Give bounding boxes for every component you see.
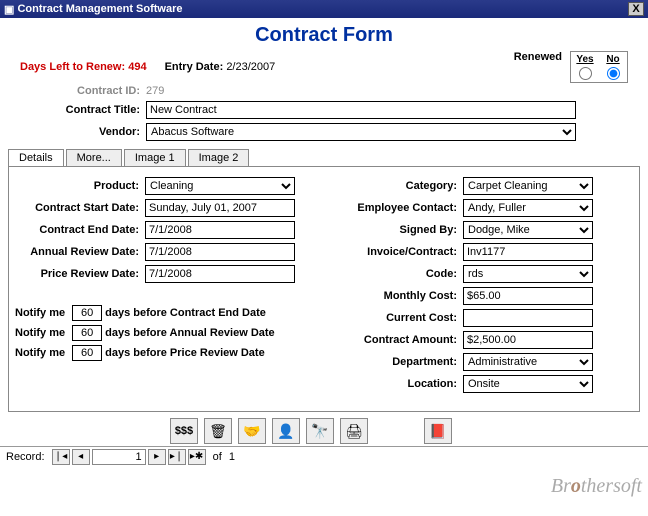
annual-review-input[interactable]: [145, 243, 295, 261]
end-date-input[interactable]: [145, 221, 295, 239]
printer-icon: 🖨: [345, 423, 363, 440]
renewed-options: Yes No: [570, 51, 628, 83]
contract-id-value: 279: [146, 85, 164, 97]
renewed-yes-radio[interactable]: [579, 67, 592, 80]
emp-contact-label: Employee Contact:: [333, 202, 457, 214]
close-button[interactable]: X: [628, 2, 644, 16]
watermark: Brothersoft: [551, 475, 642, 498]
toolbar: $$$ 🗑 🤝 👤 🔭 🖨 📕: [0, 412, 648, 446]
window-titlebar: ▣ Contract Management Software X: [0, 0, 648, 18]
handshake-button[interactable]: 🤝: [238, 418, 266, 444]
department-label: Department:: [333, 356, 457, 368]
category-label: Category:: [333, 180, 457, 192]
record-navigator: Record: ❘◂ ◂ ▸ ▸❘ ▸✱ of 1: [0, 446, 648, 467]
record-first-button[interactable]: ❘◂: [52, 449, 70, 465]
find-button[interactable]: 🔭: [306, 418, 334, 444]
notify-end-input[interactable]: [72, 305, 102, 321]
record-prev-button[interactable]: ◂: [72, 449, 90, 465]
tab-details[interactable]: Details: [8, 149, 64, 166]
price-review-label: Price Review Date:: [15, 268, 139, 280]
exit-button[interactable]: 📕: [424, 418, 452, 444]
product-label: Product:: [15, 180, 139, 192]
annual-review-label: Annual Review Date:: [15, 246, 139, 258]
product-select[interactable]: Cleaning: [145, 177, 295, 195]
renewed-label: Renewed: [514, 51, 562, 63]
print-button[interactable]: 🖨: [340, 418, 368, 444]
vendor-label: Vendor:: [20, 126, 140, 138]
code-label: Code:: [333, 268, 457, 280]
category-select[interactable]: Carpet Cleaning: [463, 177, 593, 195]
contract-amount-label: Contract Amount:: [333, 334, 457, 346]
department-select[interactable]: Administrative: [463, 353, 593, 371]
signed-by-select[interactable]: Dodge, Mike: [463, 221, 593, 239]
invoice-label: Invoice/Contract:: [333, 246, 457, 258]
binoculars-icon: 🔭: [311, 423, 328, 440]
notify-price-input[interactable]: [72, 345, 102, 361]
money-button[interactable]: $$$: [170, 418, 198, 444]
exit-icon: 📕: [429, 423, 446, 440]
contract-amount-input[interactable]: [463, 331, 593, 349]
app-icon: ▣: [4, 3, 14, 16]
tab-more[interactable]: More...: [66, 149, 122, 166]
location-label: Location:: [333, 378, 457, 390]
vendor-select[interactable]: Abacus Software: [146, 123, 576, 141]
tab-image1[interactable]: Image 1: [124, 149, 186, 166]
tab-image2[interactable]: Image 2: [188, 149, 250, 166]
end-date-label: Contract End Date:: [15, 224, 139, 236]
record-number-input[interactable]: [92, 449, 146, 465]
notify-annual-input[interactable]: [72, 325, 102, 341]
price-review-input[interactable]: [145, 265, 295, 283]
person-icon: 👤: [277, 423, 294, 440]
code-select[interactable]: rds: [463, 265, 593, 283]
days-left-label: Days Left to Renew: 494: [20, 61, 147, 73]
contract-title-input[interactable]: [146, 101, 576, 119]
window-title: Contract Management Software: [17, 3, 182, 15]
current-cost-input[interactable]: [463, 309, 593, 327]
trash-icon: 🗑: [209, 423, 227, 440]
tab-body-details: Product: Cleaning Contract Start Date: Co…: [8, 166, 640, 412]
record-new-button[interactable]: ▸✱: [188, 449, 206, 465]
monthly-cost-label: Monthly Cost:: [333, 290, 457, 302]
handshake-icon: 🤝: [243, 423, 260, 440]
entry-date: Entry Date: 2/23/2007: [165, 61, 276, 73]
record-next-button[interactable]: ▸: [148, 449, 166, 465]
invoice-input[interactable]: [463, 243, 593, 261]
start-date-label: Contract Start Date:: [15, 202, 139, 214]
renewed-no-radio[interactable]: [607, 67, 620, 80]
emp-contact-select[interactable]: Andy, Fuller: [463, 199, 593, 217]
location-select[interactable]: Onsite: [463, 375, 593, 393]
record-last-button[interactable]: ▸❘: [168, 449, 186, 465]
contract-id-label: Contract ID:: [20, 85, 140, 97]
form-title: Contract Form: [0, 24, 648, 47]
trash-button[interactable]: 🗑: [204, 418, 232, 444]
monthly-cost-input[interactable]: [463, 287, 593, 305]
start-date-input[interactable]: [145, 199, 295, 217]
person-button[interactable]: 👤: [272, 418, 300, 444]
current-cost-label: Current Cost:: [333, 312, 457, 324]
contract-title-label: Contract Title:: [20, 104, 140, 116]
signed-by-label: Signed By:: [333, 224, 457, 236]
